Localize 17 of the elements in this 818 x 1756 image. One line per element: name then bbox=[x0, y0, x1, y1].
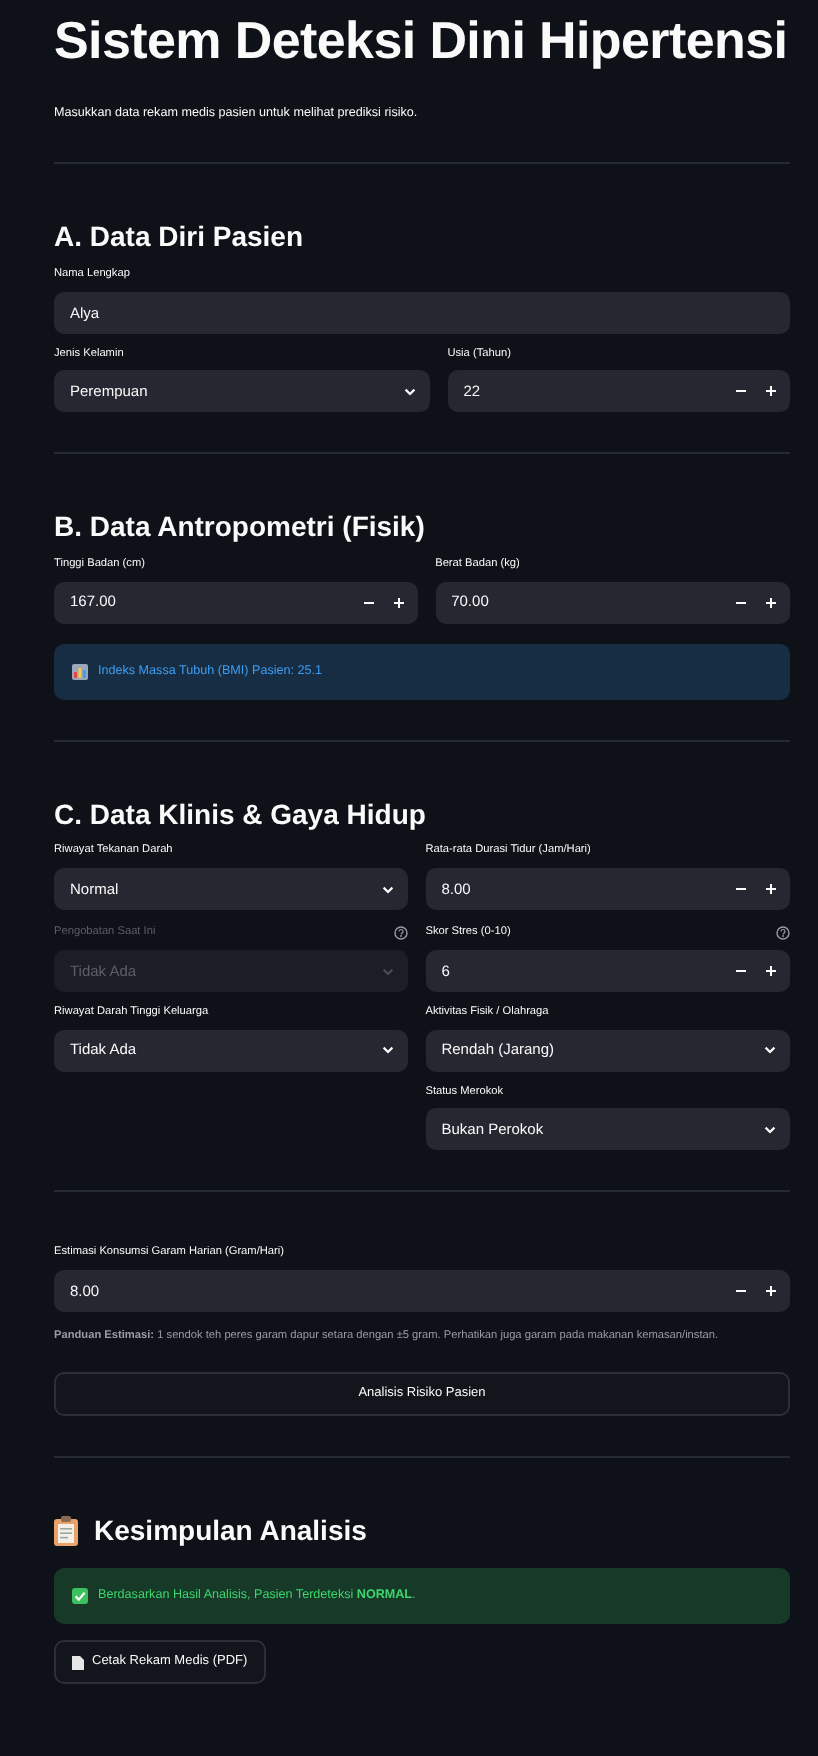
bar-chart-icon bbox=[72, 663, 88, 680]
help-icon bbox=[776, 926, 790, 940]
section-heading: A. Data Diri Pasien bbox=[54, 220, 303, 255]
section-heading: Kesimpulan Analisis bbox=[94, 1514, 367, 1549]
check-icon bbox=[72, 1588, 88, 1605]
plus-icon[interactable] bbox=[766, 597, 777, 608]
document-icon bbox=[72, 1655, 84, 1670]
section-heading: C. Data Klinis & Gaya Hidup bbox=[54, 797, 426, 831]
plus-icon[interactable] bbox=[393, 597, 404, 608]
page-title: Sistem Deteksi Dini Hipertensi bbox=[54, 8, 790, 74]
plus-icon[interactable] bbox=[766, 386, 776, 397]
plus-icon[interactable] bbox=[766, 966, 776, 976]
plus-icon[interactable] bbox=[766, 884, 776, 894]
plus-icon[interactable] bbox=[766, 1285, 776, 1296]
help-icon bbox=[393, 926, 408, 940]
clipboard-icon bbox=[54, 1516, 78, 1547]
section-heading: B. Data Antropometri (Fisik) bbox=[54, 510, 425, 545]
